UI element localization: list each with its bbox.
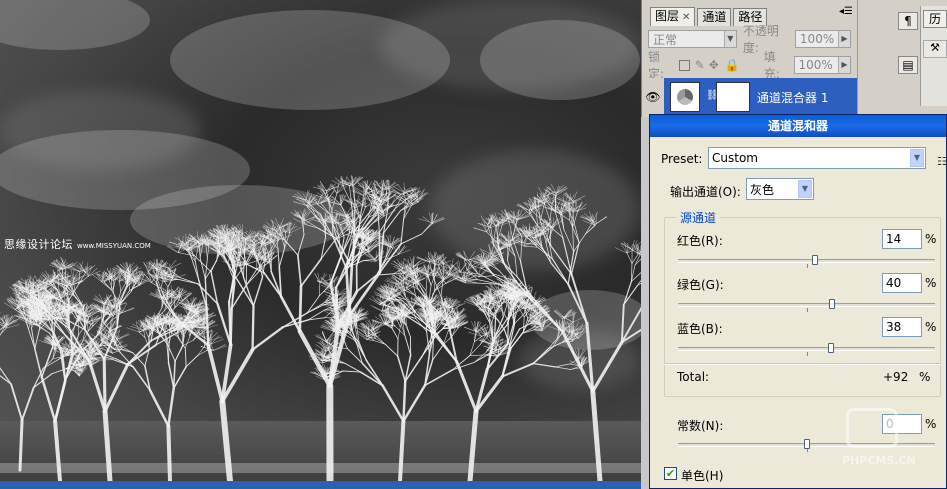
red-slider-thumb[interactable] xyxy=(812,255,819,265)
move-icon[interactable]: ✥ xyxy=(709,58,719,72)
chevron-right-icon: ▶ xyxy=(838,57,850,73)
red-label: 红色(R): xyxy=(677,234,723,248)
constant-slider-thumb[interactable] xyxy=(803,439,810,449)
close-icon[interactable]: ✕ xyxy=(682,12,690,23)
red-percent: % xyxy=(925,232,937,246)
right-panel-strip: ¶ ▤ 历 ⚒ xyxy=(857,0,947,117)
green-slider-thumb[interactable] xyxy=(829,299,836,309)
phpcms-logo-icon xyxy=(846,408,898,448)
site-watermark-text: PHPCMS.CN xyxy=(842,454,916,467)
history-tab-label: 历 xyxy=(928,12,941,26)
green-input[interactable]: 40 xyxy=(882,273,922,293)
total-value: +92 xyxy=(883,370,909,384)
green-percent: % xyxy=(925,276,937,290)
preset-value: Custom xyxy=(712,151,758,165)
preset-menu-icon[interactable]: ☷ xyxy=(937,155,947,168)
fill-value: 100% xyxy=(798,58,833,72)
tab-channels[interactable]: 通道 xyxy=(697,8,732,26)
watermark-text: 思缘设计论坛 xyxy=(4,238,73,251)
opacity-value: 100% xyxy=(799,32,835,46)
tab-label: 通道 xyxy=(702,10,727,24)
output-channel-value: 灰色 xyxy=(750,182,775,197)
notes-button[interactable]: ▤ xyxy=(898,56,918,74)
fill-field[interactable]: 100% ▶ xyxy=(793,56,851,74)
dialog-titlebar[interactable]: 通道混和器 xyxy=(650,115,946,137)
green-label: 绿色(G): xyxy=(677,278,724,292)
fill-label: 填充: xyxy=(763,50,780,81)
monochrome-label[interactable]: 单色(H) xyxy=(681,467,723,484)
red-input[interactable]: 14 xyxy=(882,229,922,249)
center-tick xyxy=(806,264,808,268)
list-icon: ▤ xyxy=(902,58,914,72)
divider xyxy=(664,363,941,365)
layers-panel: 图层 ✕ 通道 路径 ◂☰ 正常 ▼ 不透明度: 100% ▶ 锁定: ✎ ✥ 🔒… xyxy=(641,0,858,117)
chevron-down-icon: ▼ xyxy=(910,149,924,167)
blend-mode-value: 正常 xyxy=(653,32,678,47)
history-panel: 历 ⚒ xyxy=(920,6,947,106)
center-tick xyxy=(806,352,808,356)
opacity-field[interactable]: 100% ▶ xyxy=(794,30,851,48)
mask-thumbnail[interactable] xyxy=(716,82,750,112)
eye-icon[interactable]: 👁 xyxy=(642,78,664,116)
lock-label: 锁定: xyxy=(648,50,665,81)
output-channel-select[interactable]: 灰色 ▼ xyxy=(746,178,814,200)
chevron-down-icon: ▼ xyxy=(798,180,812,198)
panel-menu-icon[interactable]: ◂☰ xyxy=(839,6,853,17)
lock-icon[interactable]: 🔒 xyxy=(725,58,740,72)
chevron-right-icon: ▶ xyxy=(838,31,850,47)
site-watermark: PHPCMS.CN xyxy=(842,408,947,470)
constant-label: 常数(N): xyxy=(677,419,724,433)
source-channels-title: 源通道 xyxy=(676,209,721,226)
dialog-title: 通道混和器 xyxy=(767,119,828,133)
blue-slider-track[interactable] xyxy=(678,347,935,356)
total-percent: % xyxy=(919,370,931,384)
lock-transparency-icon[interactable] xyxy=(678,59,690,71)
red-slider-track[interactable] xyxy=(678,259,935,268)
center-tick xyxy=(806,308,808,312)
preset-label: Preset: xyxy=(661,152,703,166)
paragraph-icon: ¶ xyxy=(904,14,912,28)
paragraph-button[interactable]: ¶ xyxy=(898,12,918,30)
image-canvas[interactable]: 思缘设计论坛 www.MISSYUAN.COM xyxy=(0,0,641,481)
blend-mode-select[interactable]: 正常 ▼ xyxy=(648,30,737,48)
tab-layers[interactable]: 图层 ✕ xyxy=(650,7,696,26)
monochrome-checkbox[interactable]: ✔ xyxy=(664,467,677,480)
blue-label: 蓝色(B): xyxy=(677,322,723,336)
channel-mixer-icon xyxy=(677,89,693,105)
tab-history[interactable]: 历 xyxy=(923,10,947,28)
green-slider-track[interactable] xyxy=(678,303,935,312)
check-icon: ✔ xyxy=(665,467,676,480)
blue-percent: % xyxy=(925,320,937,334)
output-channel-label: 输出通道(O): xyxy=(670,185,741,199)
layer-row[interactable]: 👁 ⛓ 通道混合器 1 xyxy=(642,78,858,116)
history-brush-icon[interactable]: ⚒ xyxy=(923,40,947,58)
blue-input[interactable]: 38 xyxy=(882,317,922,337)
blue-slider-thumb[interactable] xyxy=(827,343,834,353)
taskbar xyxy=(0,481,641,489)
total-label: Total: xyxy=(677,370,710,384)
chevron-down-icon: ▼ xyxy=(723,31,736,47)
adjustment-thumbnail xyxy=(670,82,700,112)
forum-watermark: 思缘设计论坛 www.MISSYUAN.COM xyxy=(4,236,151,252)
watermark-url: www.MISSYUAN.COM xyxy=(77,242,151,250)
layer-name: 通道混合器 1 xyxy=(757,91,829,105)
preset-select[interactable]: Custom ▼ xyxy=(708,147,926,169)
brush-icon[interactable]: ✎ xyxy=(695,58,705,72)
tab-label: 图层 xyxy=(655,9,680,23)
